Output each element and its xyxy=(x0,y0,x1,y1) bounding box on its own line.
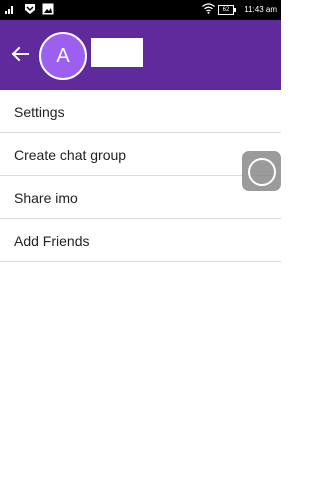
image-icon xyxy=(42,3,54,17)
menu-item-label: Create chat group xyxy=(14,147,127,163)
menu-item-create-chat-group[interactable]: Create chat group xyxy=(0,133,281,176)
menu-item-add-friends[interactable]: Add Friends xyxy=(0,219,281,262)
screen: 62 11:43 am A Settings Create chat group… xyxy=(0,0,281,500)
signal-icon xyxy=(5,4,15,16)
battery-icon: 62 xyxy=(218,5,236,15)
menu-item-share-imo[interactable]: Share imo xyxy=(0,176,281,219)
menu-item-label: Add Friends xyxy=(14,233,90,249)
circle-icon xyxy=(248,158,276,186)
menu-item-label: Share imo xyxy=(14,190,78,206)
menu-item-label: Settings xyxy=(14,104,65,120)
menu-item-settings[interactable]: Settings xyxy=(0,90,281,133)
toolbar: A xyxy=(0,20,281,90)
avatar[interactable]: A xyxy=(39,32,87,80)
assistive-touch-button[interactable] xyxy=(242,151,281,191)
status-time: 11:43 am xyxy=(244,5,277,14)
menu-list: Settings Create chat group Share imo Add… xyxy=(0,90,281,262)
status-bar: 62 11:43 am xyxy=(0,0,281,20)
back-arrow-icon[interactable] xyxy=(8,42,32,66)
contact-name-redacted xyxy=(91,38,143,67)
wifi-icon xyxy=(202,3,215,16)
notification-icon xyxy=(24,3,36,17)
